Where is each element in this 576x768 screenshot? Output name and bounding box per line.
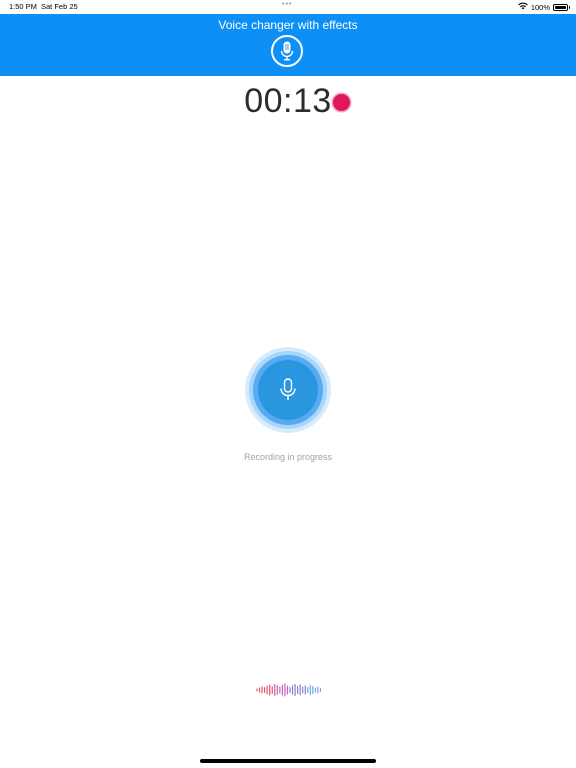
waveform-bar	[294, 684, 296, 696]
waveform-bar	[314, 687, 316, 693]
timer-text: 00:13	[244, 82, 332, 120]
recording-status-label: Recording in progress	[243, 452, 333, 462]
waveform-bar	[274, 684, 276, 696]
status-date: Sat Feb 25	[41, 2, 78, 11]
status-time: 1:50 PM	[9, 2, 37, 11]
status-bar: 1:50 PM Sat Feb 25 ••• 100%	[0, 0, 576, 14]
microphone-icon	[280, 41, 294, 61]
waveform-bar	[317, 686, 319, 694]
battery-fill	[555, 5, 566, 9]
waveform-bar	[319, 688, 322, 692]
waveform-bar	[302, 686, 304, 694]
header-bar: Voice changer with effects	[0, 14, 576, 76]
waveform-bar	[258, 687, 261, 693]
waveform-bar	[289, 687, 291, 693]
header-title: Voice changer with effects	[218, 18, 358, 32]
recording-indicator-dot	[333, 94, 350, 111]
waveform-bar	[291, 685, 294, 695]
app-screen: 1:50 PM Sat Feb 25 ••• 100% Voice change…	[0, 0, 576, 768]
waveform-bar	[281, 684, 283, 696]
recording-timer: 00:13	[0, 82, 576, 121]
record-button[interactable]	[245, 347, 331, 433]
waveform-bar	[264, 687, 266, 693]
waveform-icon	[256, 683, 322, 697]
battery-icon	[553, 3, 570, 11]
waveform-bar	[297, 686, 299, 694]
waveform-bar	[261, 686, 263, 694]
waveform-bar	[256, 688, 258, 692]
home-indicator[interactable]	[200, 759, 376, 763]
multitasking-dots[interactable]: •••	[282, 1, 292, 8]
waveform-bar	[312, 686, 314, 694]
status-right-group: 100%	[518, 2, 570, 12]
wifi-icon	[518, 2, 528, 12]
waveform-bar	[266, 685, 268, 695]
waveform-bar	[269, 684, 271, 696]
waveform-bar	[299, 684, 301, 696]
waveform-bar	[286, 685, 289, 695]
waveform-bar	[309, 685, 311, 695]
battery-percent: 100%	[530, 2, 550, 12]
waveform-bar	[276, 685, 278, 695]
waveform-bar	[304, 685, 306, 695]
waveform-bar	[271, 686, 273, 694]
waveform-bar	[279, 686, 281, 694]
microphone-icon	[280, 378, 296, 400]
header-microphone-button[interactable]	[271, 35, 303, 67]
waveform-bar	[284, 683, 286, 697]
waveform-bar	[307, 687, 309, 693]
